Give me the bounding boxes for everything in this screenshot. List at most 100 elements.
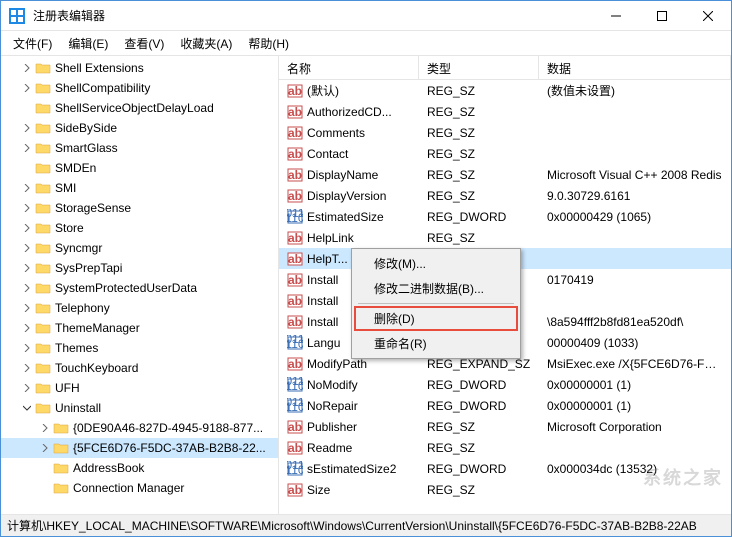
chevron-right-icon[interactable] [19, 324, 35, 332]
list-row[interactable]: abDisplayNameREG_SZMicrosoft Visual C++ … [279, 164, 731, 185]
cell-type: REG_DWORD [419, 397, 539, 415]
tree-item[interactable]: ShellServiceObjectDelayLoad [1, 98, 278, 118]
string-value-icon: ab [287, 272, 303, 288]
tree-item-label: Telephony [55, 301, 110, 315]
tree-item[interactable]: SystemProtectedUserData [1, 278, 278, 298]
binary-value-icon: 011110 [287, 335, 303, 351]
tree-item[interactable]: Store [1, 218, 278, 238]
folder-icon [35, 101, 51, 115]
menu-favorites[interactable]: 收藏夹(A) [172, 33, 240, 54]
header-name[interactable]: 名称 [279, 56, 419, 79]
chevron-right-icon[interactable] [19, 84, 35, 92]
list-panel[interactable]: 名称 类型 数据 ab(默认)REG_SZ(数值未设置)ab Authorized… [279, 56, 731, 514]
tree-item[interactable]: Syncmgr [1, 238, 278, 258]
chevron-right-icon[interactable] [19, 304, 35, 312]
svg-text:110: 110 [287, 379, 303, 393]
tree-item[interactable]: {0DE90A46-827D-4945-9188-877... [1, 418, 278, 438]
ctx-modify[interactable]: 修改(M)... [354, 251, 518, 276]
header-type[interactable]: 类型 [419, 56, 539, 79]
cell-data: 0x000034dc (13532) [539, 460, 731, 478]
chevron-right-icon[interactable] [19, 204, 35, 212]
string-value-icon: ab [287, 482, 303, 498]
list-row[interactable]: abDisplayVersionREG_SZ9.0.30729.6161 [279, 185, 731, 206]
value-name: Publisher [307, 420, 357, 434]
list-row[interactable]: abCommentsREG_SZ [279, 122, 731, 143]
tree-item[interactable]: ShellCompatibility [1, 78, 278, 98]
tree-item[interactable]: Connection Manager [1, 478, 278, 498]
tree-item[interactable]: SysPrepTapi [1, 258, 278, 278]
chevron-right-icon[interactable] [19, 64, 35, 72]
svg-text:110: 110 [287, 337, 303, 351]
binary-value-icon: 011110 [287, 461, 303, 477]
menu-view[interactable]: 查看(V) [116, 33, 172, 54]
tree-item[interactable]: StorageSense [1, 198, 278, 218]
context-menu: 修改(M)... 修改二进制数据(B)... 删除(D) 重命名(R) [351, 248, 521, 359]
list-row[interactable]: 011110NoRepairREG_DWORD0x00000001 (1) [279, 395, 731, 416]
cell-type: REG_DWORD [419, 460, 539, 478]
cell-name: abHelpLink [279, 228, 419, 248]
statusbar: 计算机\HKEY_LOCAL_MACHINE\SOFTWARE\Microsof… [1, 514, 731, 536]
tree-item-label: Connection Manager [73, 481, 184, 495]
tree-item[interactable]: SMDEn [1, 158, 278, 178]
list-row[interactable]: 011110EstimatedSizeREG_DWORD0x00000429 (… [279, 206, 731, 227]
svg-text:ab: ab [288, 357, 302, 371]
chevron-right-icon[interactable] [19, 364, 35, 372]
value-name: DisplayName [307, 168, 378, 182]
menu-edit[interactable]: 编辑(E) [60, 33, 116, 54]
tree-item[interactable]: Uninstall [1, 398, 278, 418]
maximize-button[interactable] [639, 1, 685, 31]
tree-item[interactable]: Themes [1, 338, 278, 358]
list-row[interactable]: abPublisherREG_SZMicrosoft Corporation [279, 416, 731, 437]
minimize-button[interactable] [593, 1, 639, 31]
chevron-right-icon[interactable] [19, 244, 35, 252]
chevron-right-icon[interactable] [37, 444, 53, 452]
svg-text:ab: ab [288, 105, 302, 119]
ctx-delete[interactable]: 删除(D) [354, 306, 518, 331]
list-row[interactable]: abHelpLinkREG_SZ [279, 227, 731, 248]
list-row[interactable]: abAuthorizedCD...REG_SZ [279, 101, 731, 122]
chevron-right-icon[interactable] [19, 144, 35, 152]
chevron-right-icon[interactable] [37, 424, 53, 432]
chevron-right-icon[interactable] [19, 384, 35, 392]
binary-value-icon: 011110 [287, 377, 303, 393]
chevron-down-icon[interactable] [19, 404, 35, 412]
tree-item[interactable]: SideBySide [1, 118, 278, 138]
list-row[interactable]: 011110NoModifyREG_DWORD0x00000001 (1) [279, 374, 731, 395]
binary-value-icon: 011110 [287, 398, 303, 414]
tree-item[interactable]: Telephony [1, 298, 278, 318]
cell-data [539, 257, 731, 261]
tree-item[interactable]: TouchKeyboard [1, 358, 278, 378]
chevron-right-icon[interactable] [19, 224, 35, 232]
cell-name: abContact [279, 144, 419, 164]
tree-item-label: ShellServiceObjectDelayLoad [55, 101, 214, 115]
menu-help[interactable]: 帮助(H) [240, 33, 297, 54]
tree-panel[interactable]: Shell ExtensionsShellCompatibility ShellS… [1, 56, 279, 514]
tree-item[interactable]: SmartGlass [1, 138, 278, 158]
list-row[interactable]: abSizeREG_SZ [279, 479, 731, 500]
list-row[interactable]: ab(默认)REG_SZ(数值未设置) [279, 80, 731, 101]
chevron-right-icon[interactable] [19, 264, 35, 272]
list-row[interactable]: abReadmeREG_SZ [279, 437, 731, 458]
header-data[interactable]: 数据 [539, 56, 731, 79]
tree-item[interactable]: Shell Extensions [1, 58, 278, 78]
tree-item[interactable]: {5FCE6D76-F5DC-37AB-B2B8-22... [1, 438, 278, 458]
chevron-right-icon[interactable] [19, 284, 35, 292]
tree-item[interactable]: ThemeManager [1, 318, 278, 338]
close-button[interactable] [685, 1, 731, 31]
tree-item[interactable]: SMI [1, 178, 278, 198]
ctx-modify-binary[interactable]: 修改二进制数据(B)... [354, 276, 518, 301]
content-area: Shell ExtensionsShellCompatibility ShellS… [1, 55, 731, 514]
value-name: AuthorizedCD... [307, 105, 392, 119]
cell-data [539, 110, 731, 114]
ctx-rename[interactable]: 重命名(R) [354, 331, 518, 356]
tree-item[interactable]: AddressBook [1, 458, 278, 478]
list-row[interactable]: abContactREG_SZ [279, 143, 731, 164]
chevron-right-icon[interactable] [19, 344, 35, 352]
chevron-right-icon[interactable] [19, 124, 35, 132]
svg-text:ab: ab [288, 420, 302, 434]
menu-file[interactable]: 文件(F) [5, 33, 60, 54]
tree-item-label: Themes [55, 341, 98, 355]
tree-item[interactable]: UFH [1, 378, 278, 398]
chevron-right-icon[interactable] [19, 184, 35, 192]
list-row[interactable]: 011110sEstimatedSize2REG_DWORD0x000034dc… [279, 458, 731, 479]
